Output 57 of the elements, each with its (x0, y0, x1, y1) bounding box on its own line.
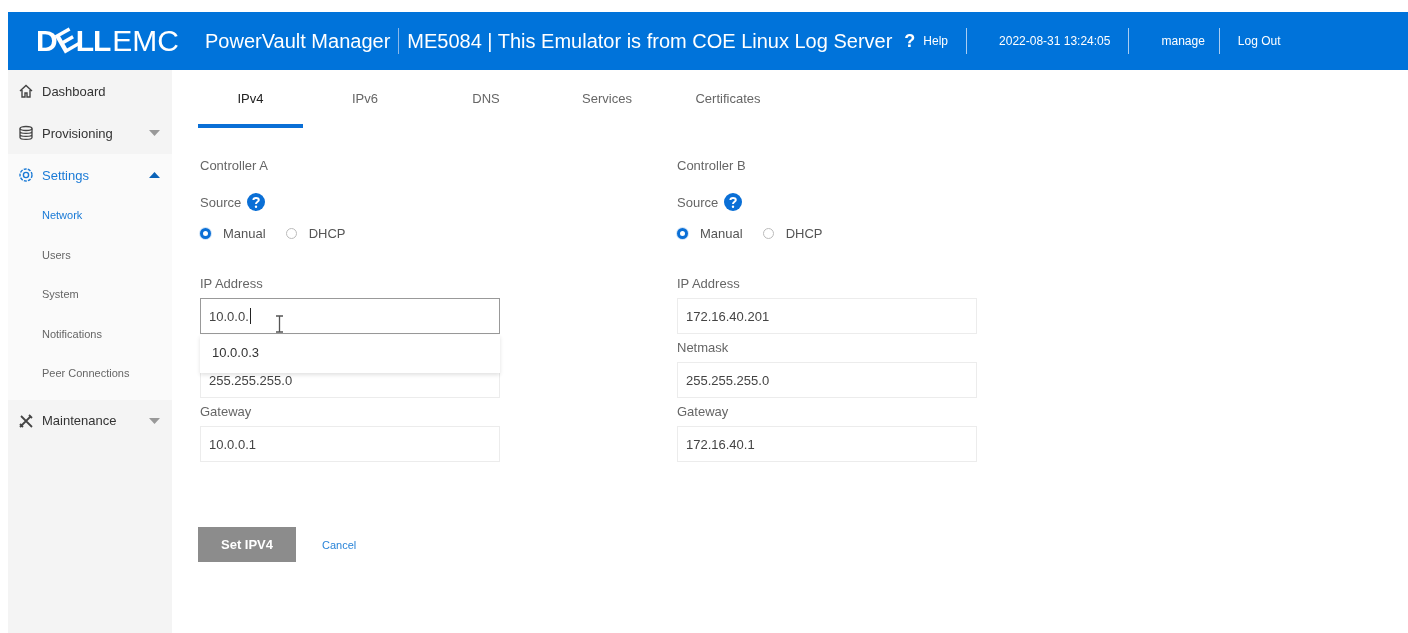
ibeam-cursor-icon (275, 315, 284, 333)
input-field[interactable]: 255.255.255.0 (677, 362, 977, 398)
date-time: 2022-08-31 13:24:05 (999, 34, 1111, 48)
tab[interactable]: Certificates (669, 70, 787, 128)
logout-link[interactable]: Log Out (1237, 34, 1281, 48)
field-label: Gateway (200, 404, 253, 421)
field-label: Gateway (677, 404, 730, 421)
radio-label[interactable]: Manual (223, 225, 266, 241)
radio-label[interactable]: DHCP (785, 225, 823, 241)
tab[interactable]: IPv6 (306, 70, 424, 128)
input-field[interactable]: 10.0.0. (200, 298, 500, 334)
radio-button[interactable] (677, 227, 688, 239)
sidebar-subitem[interactable]: Peer Connections (8, 354, 172, 394)
database-icon (18, 125, 34, 141)
sidebar-item[interactable]: Settings (8, 154, 172, 196)
field-label: IP Address (200, 276, 264, 293)
home-icon (18, 83, 34, 99)
help-icon (724, 193, 743, 211)
input-field[interactable]: 172.16.40.1 (677, 426, 977, 462)
tools-icon (18, 412, 34, 429)
suggestion-item[interactable]: 10.0.0.3 (200, 335, 500, 370)
set-ipv4-button[interactable]: Set IPV4 (198, 527, 296, 562)
field-label: Source (200, 194, 242, 210)
sidebar-label: Settings (42, 167, 90, 183)
sidebar-label: Maintenance (42, 413, 118, 428)
sidebar-item[interactable]: Provisioning (8, 112, 172, 154)
sidebar-subitem[interactable]: Network (8, 196, 172, 236)
logo: DELLEMC (36, 24, 179, 58)
tab[interactable]: Services (548, 70, 666, 128)
sidebar-label: Dashboard (42, 83, 107, 99)
radio-label[interactable]: Manual (700, 225, 743, 241)
gear-icon (18, 167, 34, 183)
field-label: Netmask (677, 340, 730, 357)
sidebar-subitem[interactable]: System (8, 275, 172, 315)
tab[interactable]: IPv4 (198, 70, 303, 128)
radio-label[interactable]: DHCP (308, 225, 346, 241)
sidebar-subitem[interactable]: Notifications (8, 314, 172, 354)
controller-title: Controller A (200, 158, 269, 175)
field-label: Source (677, 194, 719, 210)
input-field[interactable]: 10.0.0.1 (200, 426, 500, 462)
cancel-link[interactable]: Cancel (322, 538, 357, 551)
text-cursor-icon (249, 308, 251, 324)
sidebar-label: Provisioning (42, 125, 114, 141)
input-field[interactable]: 172.16.40.201 (677, 298, 977, 334)
help-link[interactable]: Help (923, 34, 949, 48)
app-title: PowerVault Manager (205, 29, 391, 53)
help-icon (247, 193, 266, 211)
sidebar-item[interactable]: Dashboard (8, 70, 172, 112)
field-label: IP Address (677, 276, 741, 293)
system-name: ME5084 | This Emulator is from COE Linux Log Server (407, 29, 893, 53)
controller-title: Controller B (677, 158, 747, 175)
sidebar-item[interactable]: Maintenance (8, 399, 172, 442)
radio-button[interactable] (200, 227, 211, 239)
sidebar-subitem[interactable]: Users (8, 235, 172, 275)
user-link[interactable]: manage (1161, 34, 1205, 48)
tab[interactable]: DNS (427, 70, 545, 128)
help-icon[interactable]: ? (904, 30, 916, 52)
